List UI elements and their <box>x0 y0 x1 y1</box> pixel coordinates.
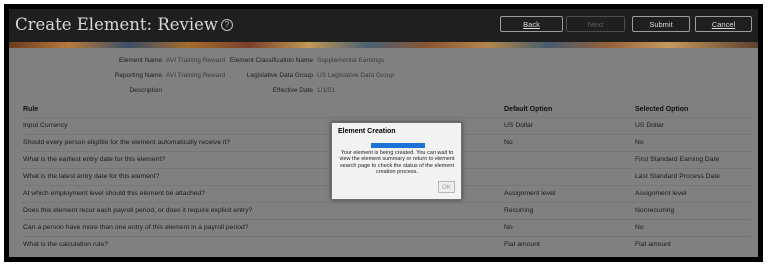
ok-button[interactable]: OK <box>438 181 455 193</box>
rule-cell: Can a person have more than one entry of… <box>23 224 249 231</box>
table-row: Can a person have more than one entry of… <box>21 219 751 236</box>
default-option-cell: Recurring <box>504 207 534 214</box>
rule-cell: What is the calculation rule? <box>23 241 109 248</box>
element-name-label: Element Name <box>119 57 162 64</box>
submit-button-label: Submit <box>649 20 673 29</box>
legislative-data-group-label: Legislative Data Group <box>246 72 313 79</box>
column-header-selected-option: Selected Option <box>635 106 689 113</box>
effective-date-value: 1/1/51 <box>317 87 336 94</box>
selected-option-cell: Flat amount <box>635 241 671 248</box>
progress-bar <box>371 143 425 148</box>
page-title-wrap: Create Element: Review? <box>15 15 233 34</box>
next-button-label: Next <box>587 20 604 29</box>
reporting-name-value: AVI Training Reward <box>166 72 226 79</box>
cancel-button-label: Cancel <box>711 20 736 29</box>
submit-button[interactable]: Submit <box>632 16 690 32</box>
rule-cell: Input Currency <box>23 122 68 129</box>
selected-option-cell: US Dollar <box>635 122 665 129</box>
effective-date-label: Effective Date <box>272 87 313 94</box>
page-title: Create Element: Review <box>15 15 218 34</box>
legislative-data-group-value: US Legislative Data Group <box>317 72 394 79</box>
cancel-button[interactable]: Cancel <box>695 16 752 32</box>
rule-cell: Should every person eligible for the ele… <box>23 139 231 146</box>
table-row: What is the calculation rule? Flat amoun… <box>21 236 751 253</box>
screenshot-frame: Create Element: Review? Back Next Submit… <box>4 4 763 262</box>
rule-cell: What is the earliest entry date for this… <box>23 156 166 163</box>
description-label: Description <box>129 87 162 94</box>
selected-option-cell: Nonrecurring <box>635 207 675 214</box>
default-option-cell: Assignment level <box>504 190 556 197</box>
selected-option-cell: Last Standard Process Date <box>635 173 721 180</box>
column-header-default-option: Default Option <box>504 106 553 113</box>
rule-cell: Does this element recur each payroll per… <box>23 207 253 214</box>
table-row: Does this element recur each payroll per… <box>21 202 751 219</box>
rule-cell: At which employment level should this el… <box>23 190 206 197</box>
classification-label: Element Classification Name <box>229 57 313 64</box>
rule-cell: What is the latest entry date for this e… <box>23 173 160 180</box>
element-creation-dialog: Element Creation Your element is being c… <box>331 122 462 200</box>
review-page: Create Element: Review? Back Next Submit… <box>9 9 758 257</box>
help-icon[interactable]: ? <box>221 18 233 31</box>
default-option-cell: Flat amount <box>504 241 540 248</box>
element-summary: Element Name AVI Training Reward Reporti… <box>9 48 758 100</box>
next-button[interactable]: Next <box>566 16 625 32</box>
selected-option-cell: First Standard Earning Date <box>635 156 720 163</box>
dialog-message: Your element is being created. You can w… <box>339 150 455 176</box>
back-button-label: Back <box>523 20 540 29</box>
dialog-title: Element Creation <box>338 128 396 135</box>
default-option-cell: No <box>504 139 513 146</box>
selected-option-cell: No <box>635 139 644 146</box>
default-option-cell: US Dollar <box>504 122 534 129</box>
selected-option-cell: No <box>635 224 644 231</box>
page-header: Create Element: Review? Back Next Submit… <box>9 9 758 42</box>
classification-value: Supplemental Earnings <box>317 57 385 64</box>
column-header-rule: Rule <box>23 106 39 113</box>
reporting-name-label: Reporting Name <box>114 72 162 79</box>
back-button[interactable]: Back <box>500 16 563 32</box>
default-option-cell: No <box>504 224 513 231</box>
progress-bar-fill <box>371 143 425 148</box>
selected-option-cell: Assignment level <box>635 190 687 197</box>
element-name-value: AVI Training Reward <box>166 57 226 64</box>
